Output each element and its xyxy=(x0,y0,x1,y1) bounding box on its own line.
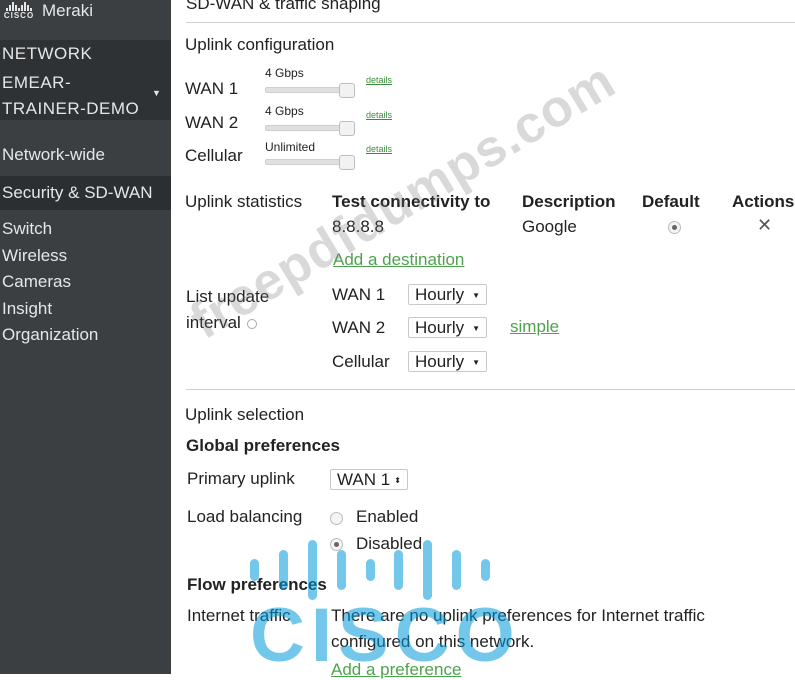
sidebar-item-cameras[interactable]: Cameras xyxy=(2,272,71,292)
delete-icon[interactable]: ✕ xyxy=(757,215,772,236)
interval-cellular-value: Hourly xyxy=(415,352,465,371)
sidebar: CISCO Meraki NETWORK EMEAR-TRAINER-DEMO … xyxy=(0,0,171,674)
page-title: SD-WAN & traffic shaping xyxy=(186,0,381,13)
primary-uplink-label: Primary uplink xyxy=(187,469,295,488)
cisco-watermark-logo: CISCO xyxy=(250,540,515,674)
title-divider xyxy=(186,22,795,23)
interval-cellular-select[interactable]: Hourly ▼ xyxy=(408,351,488,372)
sidebar-item-wireless[interactable]: Wireless xyxy=(2,246,67,266)
dest-description-value: Google xyxy=(522,217,577,236)
cisco-watermark-word: CISCO xyxy=(250,593,521,678)
col-default: Default xyxy=(642,192,700,211)
cisco-logo-icon: CISCO xyxy=(2,2,36,20)
col-description: Description xyxy=(522,192,616,211)
interval-wan2-select[interactable]: Hourly ▼ xyxy=(408,317,488,338)
interval-wan1-value: Hourly xyxy=(415,285,465,304)
interval-wan2-value: Hourly xyxy=(415,318,465,337)
caret-down-icon: ▼ xyxy=(472,324,481,334)
caret-down-icon: ▼ xyxy=(472,291,481,301)
lb-enabled-label: Enabled xyxy=(356,507,419,526)
cisco-bars-icon xyxy=(250,540,490,600)
chevron-down-icon[interactable]: ▼ xyxy=(152,88,161,98)
uplink-config-heading: Uplink configuration xyxy=(185,35,335,54)
sidebar-item-network-wide[interactable]: Network-wide xyxy=(2,145,105,165)
wan2-details-link[interactable]: details xyxy=(366,110,392,120)
uplink-stats-heading: Uplink statistics xyxy=(185,192,303,211)
primary-uplink-value: WAN 1 xyxy=(337,470,391,489)
simple-link[interactable]: simple xyxy=(510,317,559,337)
wan1-details-link[interactable]: details xyxy=(366,75,392,85)
interval-wan2-label: WAN 2 xyxy=(332,318,386,337)
primary-uplink-select[interactable]: WAN 1 ⬍ xyxy=(330,469,408,490)
network-label: NETWORK xyxy=(2,44,93,63)
section-divider xyxy=(186,389,795,390)
load-balancing-label: Load balancing xyxy=(187,507,303,526)
default-radio[interactable] xyxy=(668,221,681,234)
lb-enabled-radio[interactable] xyxy=(330,512,343,525)
updown-caret-icon: ⬍ xyxy=(394,476,401,486)
wan2-slider-handle[interactable] xyxy=(339,121,355,136)
cisco-logo-text: CISCO xyxy=(3,11,35,20)
interval-wan1-label: WAN 1 xyxy=(332,285,386,304)
col-actions: Actions xyxy=(732,192,795,211)
sidebar-item-organization[interactable]: Organization xyxy=(2,325,98,345)
cellular-slider-handle[interactable] xyxy=(339,155,355,170)
wan2-limit-value: 4 Gbps xyxy=(265,104,304,118)
interval-wan1-select[interactable]: Hourly ▼ xyxy=(408,284,488,305)
sidebar-item-switch[interactable]: Switch xyxy=(2,219,52,239)
wan2-label: WAN 2 xyxy=(185,113,239,132)
sidebar-item-insight[interactable]: Insight xyxy=(2,299,52,319)
cellular-label: Cellular xyxy=(185,146,243,165)
interval-cellular-label: Cellular xyxy=(332,352,390,371)
caret-down-icon: ▼ xyxy=(472,358,481,368)
wan1-slider-handle[interactable] xyxy=(339,83,355,98)
wan1-label: WAN 1 xyxy=(185,79,239,98)
cellular-limit-value: Unlimited xyxy=(265,140,316,154)
network-name[interactable]: EMEAR-TRAINER-DEMO xyxy=(2,70,152,122)
brand-name: Meraki xyxy=(42,1,94,20)
wan1-limit-value: 4 Gbps xyxy=(265,66,304,80)
cellular-details-link[interactable]: details xyxy=(366,144,392,154)
global-preferences-heading: Global preferences xyxy=(186,436,341,455)
sidebar-item-security-sd-wan[interactable]: Security & SD-WAN xyxy=(2,183,153,203)
uplink-selection-heading: Uplink selection xyxy=(185,405,305,424)
cisco-meraki-logo[interactable]: CISCO Meraki xyxy=(2,0,93,22)
